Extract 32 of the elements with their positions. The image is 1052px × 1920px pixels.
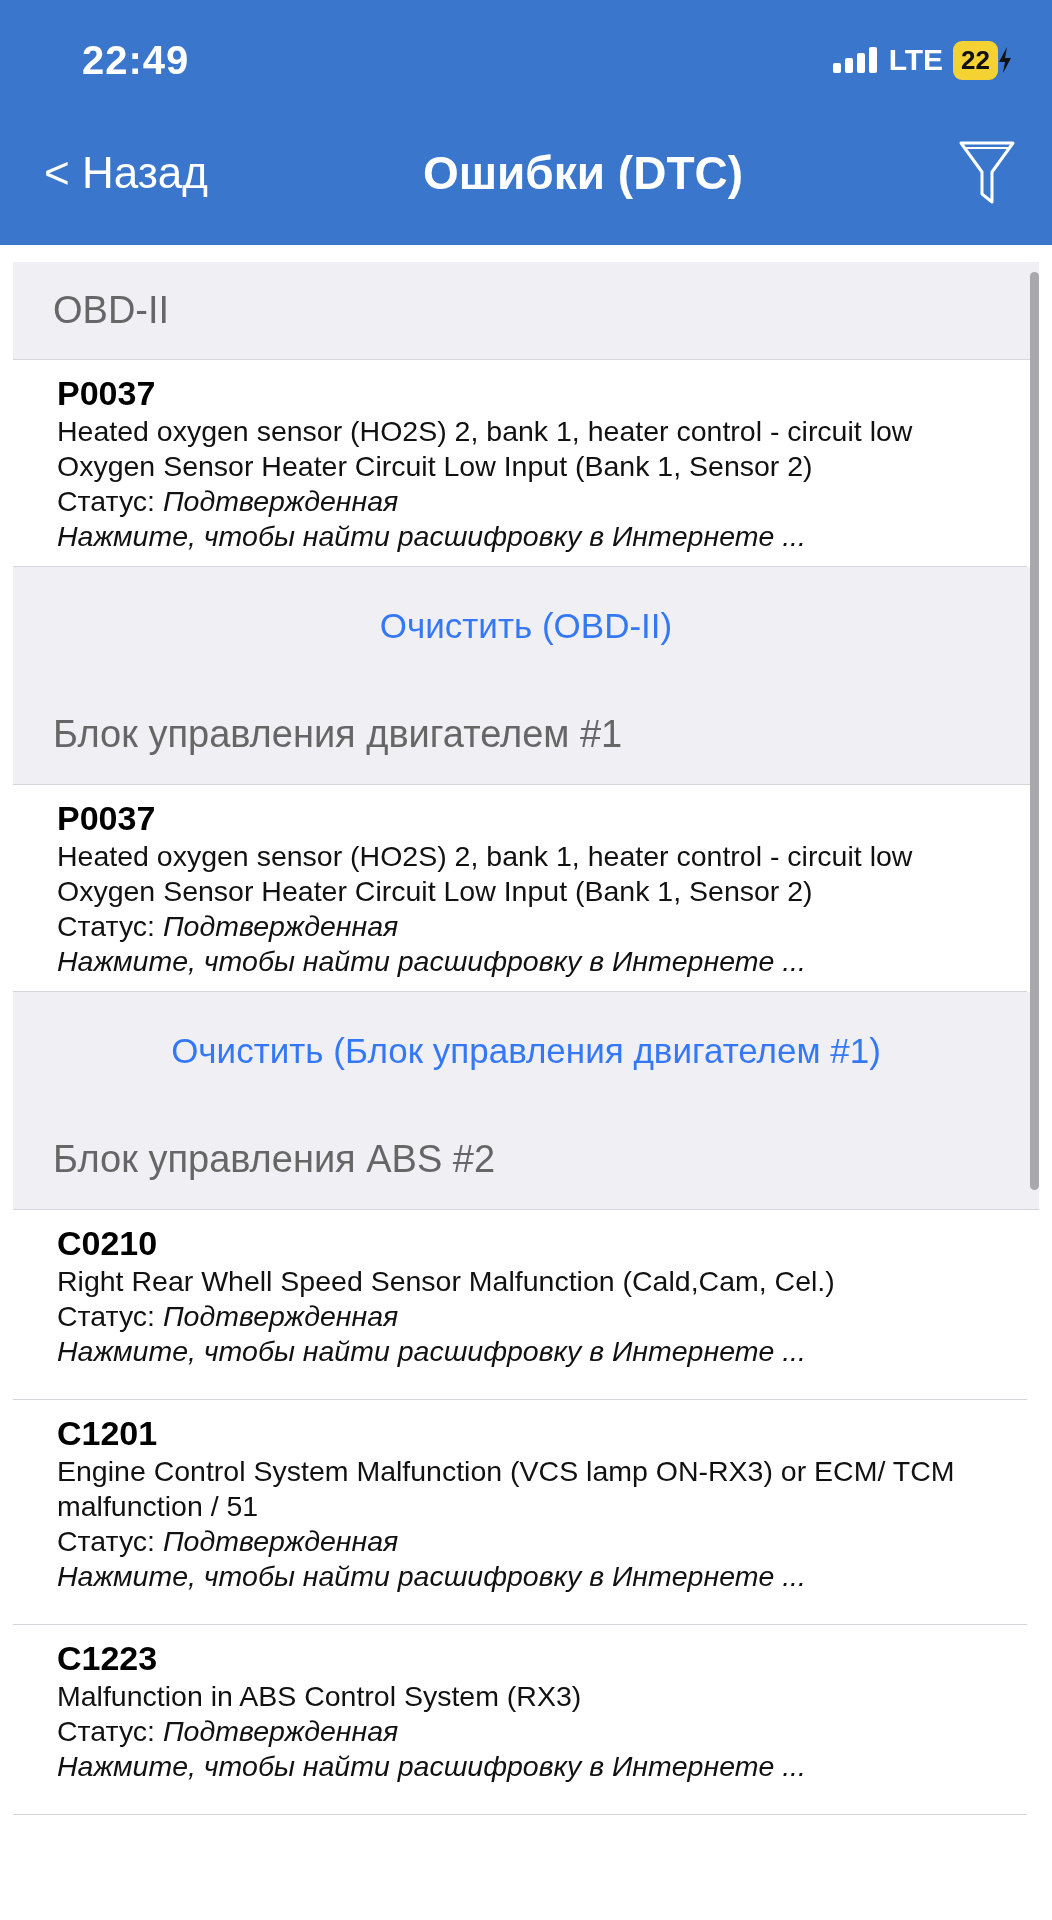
clear-button[interactable]: Очистить (OBD-II)	[369, 600, 683, 652]
error-description: Heated oxygen sensor (HO2S) 2, bank 1, heater control - circuit low	[57, 414, 914, 449]
error-status: Статус: Подтвержденная	[57, 1299, 400, 1334]
filter-icon[interactable]	[958, 139, 1016, 206]
error-status: Статус: Подтвержденная	[57, 1714, 400, 1749]
error-description: Right Rear Whell Speed Sensor Malfunction (Cald,Cam, Cel.)	[57, 1264, 836, 1299]
lookup-hint: Нажмите, чтобы найти расшифровку в Интернете ...	[57, 944, 807, 979]
section-header: OBD-II	[13, 262, 1039, 360]
error-description: Engine Control System Malfunction (VCS lamp ON-RX3) or ECM/ TCM malfunction / 51	[57, 1454, 956, 1524]
error-description: Heated oxygen sensor (HO2S) 2, bank 1, heater control - circuit low	[57, 839, 914, 874]
error-code: C1223	[57, 1638, 159, 1679]
error-code: C0210	[57, 1223, 159, 1264]
error-status: Статус: Подтвержденная	[57, 484, 400, 519]
signal-icon	[832, 47, 879, 73]
error-description: Malfunction in ABS Control System (RX3)	[57, 1679, 583, 1714]
lookup-hint: Нажмите, чтобы найти расшифровку в Интернете ...	[57, 1334, 807, 1369]
network-label: LTE	[888, 43, 944, 77]
back-link[interactable]: < Назад	[44, 147, 208, 198]
section-header: Блок управления ABS #2	[13, 1110, 1039, 1210]
error-description: Oxygen Sensor Heater Circuit Low Input (Bank 1, Sensor 2)	[57, 874, 814, 909]
lookup-hint: Нажмите, чтобы найти расшифровку в Интернете ...	[57, 1559, 807, 1594]
error-code: P0037	[57, 798, 157, 839]
error-status: Статус: Подтвержденная	[57, 1524, 400, 1559]
lookup-hint: Нажмите, чтобы найти расшифровку в Интернете ...	[57, 519, 807, 554]
status-time: 22:49	[82, 37, 190, 83]
lookup-hint: Нажмите, чтобы найти расшифровку в Интернете ...	[57, 1749, 807, 1784]
error-code: C1201	[57, 1413, 159, 1454]
battery-level: 22	[953, 40, 998, 80]
screen-title: Ошибки (DTC)	[422, 145, 744, 200]
error-code: P0037	[57, 373, 157, 414]
error-status: Статус: Подтвержденная	[57, 909, 400, 944]
error-description: Oxygen Sensor Heater Circuit Low Input (Bank 1, Sensor 2)	[57, 449, 814, 484]
